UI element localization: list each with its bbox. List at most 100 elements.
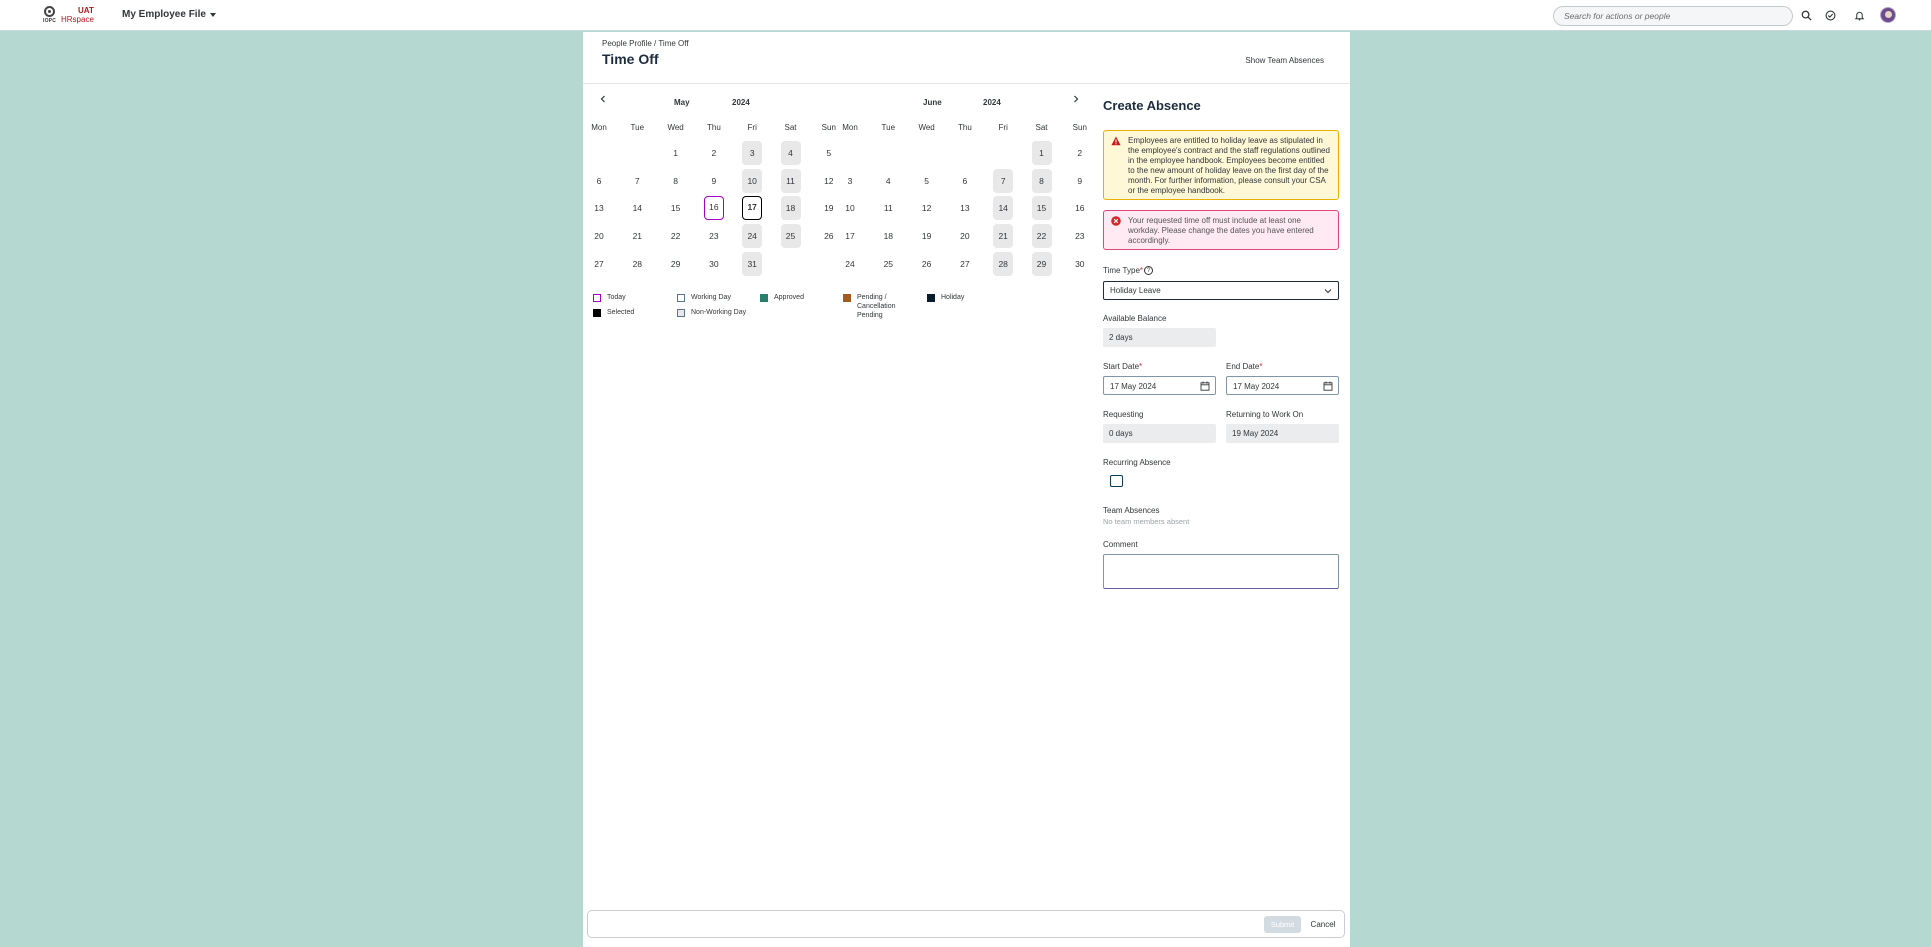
required-marker: *	[1139, 362, 1143, 371]
calendar-day-may-14[interactable]: 14	[627, 196, 647, 220]
calendar-day-june-12[interactable]: 12	[917, 196, 937, 220]
requesting-field: 0 days	[1103, 424, 1216, 443]
calendar-day-may-24[interactable]: 24	[742, 224, 763, 248]
available-balance-label: Available Balance	[1103, 314, 1167, 323]
calendar-day-june-1[interactable]: 1	[1031, 141, 1052, 165]
calendar-day-june-24[interactable]: 24	[840, 252, 860, 276]
calendar-day-may-7[interactable]: 7	[627, 169, 647, 193]
comment-textarea[interactable]	[1103, 554, 1339, 589]
legend-label: Approved	[774, 294, 804, 301]
user-avatar[interactable]	[1880, 7, 1896, 23]
calendar-day-may-4[interactable]: 4	[780, 141, 801, 165]
time-type-select[interactable]: Holiday Leave	[1103, 281, 1339, 300]
recurring-absence-label: Recurring Absence	[1103, 458, 1171, 467]
calendar-day-may-6[interactable]: 6	[589, 169, 609, 193]
show-team-absences-button[interactable]: Show Team Absences	[1245, 56, 1324, 65]
calendar-day-june-28[interactable]: 28	[993, 252, 1014, 276]
calendar-day-june-30[interactable]: 30	[1070, 252, 1090, 276]
calendar-day-june-25[interactable]: 25	[878, 252, 898, 276]
legend-swatch	[677, 294, 685, 302]
tasks-icon[interactable]	[1823, 8, 1838, 23]
calendar-day-june-10[interactable]: 10	[840, 196, 860, 220]
calendar-day-may-15[interactable]: 15	[666, 196, 686, 220]
calendar-day-may-19[interactable]: 19	[819, 196, 839, 220]
warning-message-text: Employees are entitled to holiday leave …	[1128, 136, 1330, 195]
calendar-day-june-3[interactable]: 3	[840, 169, 860, 193]
right-month-label[interactable]: June	[923, 98, 942, 107]
next-month-arrow-icon[interactable]	[1070, 95, 1082, 107]
calendar-day-june-23[interactable]: 23	[1070, 224, 1090, 248]
calendar-day-june-11[interactable]: 11	[878, 196, 898, 220]
help-icon[interactable]: ?	[1144, 266, 1154, 276]
calendar-day-may-20[interactable]: 20	[589, 224, 609, 248]
calendar-day-may-21[interactable]: 21	[627, 224, 647, 248]
right-year-label[interactable]: 2024	[983, 98, 1001, 107]
calendar-day-june-21[interactable]: 21	[993, 224, 1014, 248]
calendar-day-june-8[interactable]: 8	[1031, 169, 1052, 193]
calendar-day-may-3[interactable]: 3	[742, 141, 763, 165]
start-date-input[interactable]: 17 May 2024	[1103, 376, 1216, 395]
search-icon[interactable]	[1799, 8, 1814, 23]
legend-item: Working Day	[677, 293, 731, 302]
calendar-day-may-30[interactable]: 30	[704, 252, 724, 276]
calendar-day-may-13[interactable]: 13	[589, 196, 609, 220]
calendar-day-june-22[interactable]: 22	[1031, 224, 1052, 248]
warning-message-strip: Employees are entitled to holiday leave …	[1103, 130, 1339, 200]
calendar-day-may-5[interactable]: 5	[819, 141, 839, 165]
start-date-label: Start Date*	[1103, 362, 1142, 371]
calendar-day-may-27[interactable]: 27	[589, 252, 609, 276]
calendar-day-may-26[interactable]: 26	[819, 224, 839, 248]
calendar-day-june-5[interactable]: 5	[917, 169, 937, 193]
calendar-day-june-13[interactable]: 13	[955, 196, 975, 220]
calendar-day-june-2[interactable]: 2	[1070, 141, 1090, 165]
calendar-day-june-18[interactable]: 18	[878, 224, 898, 248]
left-month-label[interactable]: May	[674, 98, 690, 107]
calendar-icon[interactable]	[1323, 381, 1333, 391]
calendar-day-may-10[interactable]: 10	[742, 169, 763, 193]
calendar-day-june-9[interactable]: 9	[1070, 169, 1090, 193]
calendar-day-may-1[interactable]: 1	[666, 141, 686, 165]
calendar-day-june-29[interactable]: 29	[1031, 252, 1052, 276]
calendar-day-may-8[interactable]: 8	[666, 169, 686, 193]
calendar-day-may-18[interactable]: 18	[780, 196, 801, 220]
end-date-label: End Date*	[1226, 362, 1262, 371]
end-date-input[interactable]: 17 May 2024	[1226, 376, 1339, 395]
calendar-day-may-29[interactable]: 29	[666, 252, 686, 276]
calendar-day-may-16[interactable]: 16	[703, 196, 724, 220]
search-input[interactable]: Search for actions or people	[1553, 6, 1793, 26]
calendar-day-may-28[interactable]: 28	[627, 252, 647, 276]
calendar-day-june-14[interactable]: 14	[993, 196, 1014, 220]
recurring-absence-checkbox[interactable]	[1110, 475, 1123, 487]
may-weekday-header: Wed	[667, 123, 684, 132]
calendar-day-may-31[interactable]: 31	[742, 252, 763, 276]
calendar-icon[interactable]	[1200, 381, 1210, 391]
left-year-label[interactable]: 2024	[732, 98, 750, 107]
time-type-label: Time Type*?	[1103, 266, 1154, 276]
previous-month-arrow-icon[interactable]	[597, 95, 609, 107]
calendar-day-june-27[interactable]: 27	[955, 252, 975, 276]
cancel-button[interactable]: Cancel	[1306, 916, 1340, 933]
calendar-day-june-20[interactable]: 20	[955, 224, 975, 248]
breadcrumb[interactable]: People Profile / Time Off	[602, 39, 689, 48]
calendar-day-june-16[interactable]: 16	[1070, 196, 1090, 220]
calendar-day-june-4[interactable]: 4	[878, 169, 898, 193]
notifications-bell-icon[interactable]	[1852, 8, 1867, 23]
calendar-day-june-15[interactable]: 15	[1031, 196, 1052, 220]
calendar-day-june-19[interactable]: 19	[917, 224, 937, 248]
calendar-day-may-2[interactable]: 2	[704, 141, 724, 165]
error-icon	[1111, 216, 1121, 226]
submit-button[interactable]: Submit	[1264, 916, 1301, 933]
calendar-day-may-11[interactable]: 11	[780, 169, 801, 193]
calendar-day-june-6[interactable]: 6	[955, 169, 975, 193]
calendar-day-may-17[interactable]: 17	[742, 196, 763, 220]
calendar-day-may-12[interactable]: 12	[819, 169, 839, 193]
calendar-day-june-7[interactable]: 7	[993, 169, 1014, 193]
calendar-day-may-9[interactable]: 9	[704, 169, 724, 193]
calendar-day-may-23[interactable]: 23	[704, 224, 724, 248]
calendar-day-may-22[interactable]: 22	[666, 224, 686, 248]
calendar-day-june-26[interactable]: 26	[917, 252, 937, 276]
company-logo[interactable]: IOPC UAT HRspace	[41, 4, 94, 26]
calendar-day-may-25[interactable]: 25	[780, 224, 801, 248]
app-title-menu[interactable]: My Employee File	[122, 9, 216, 20]
calendar-day-june-17[interactable]: 17	[840, 224, 860, 248]
